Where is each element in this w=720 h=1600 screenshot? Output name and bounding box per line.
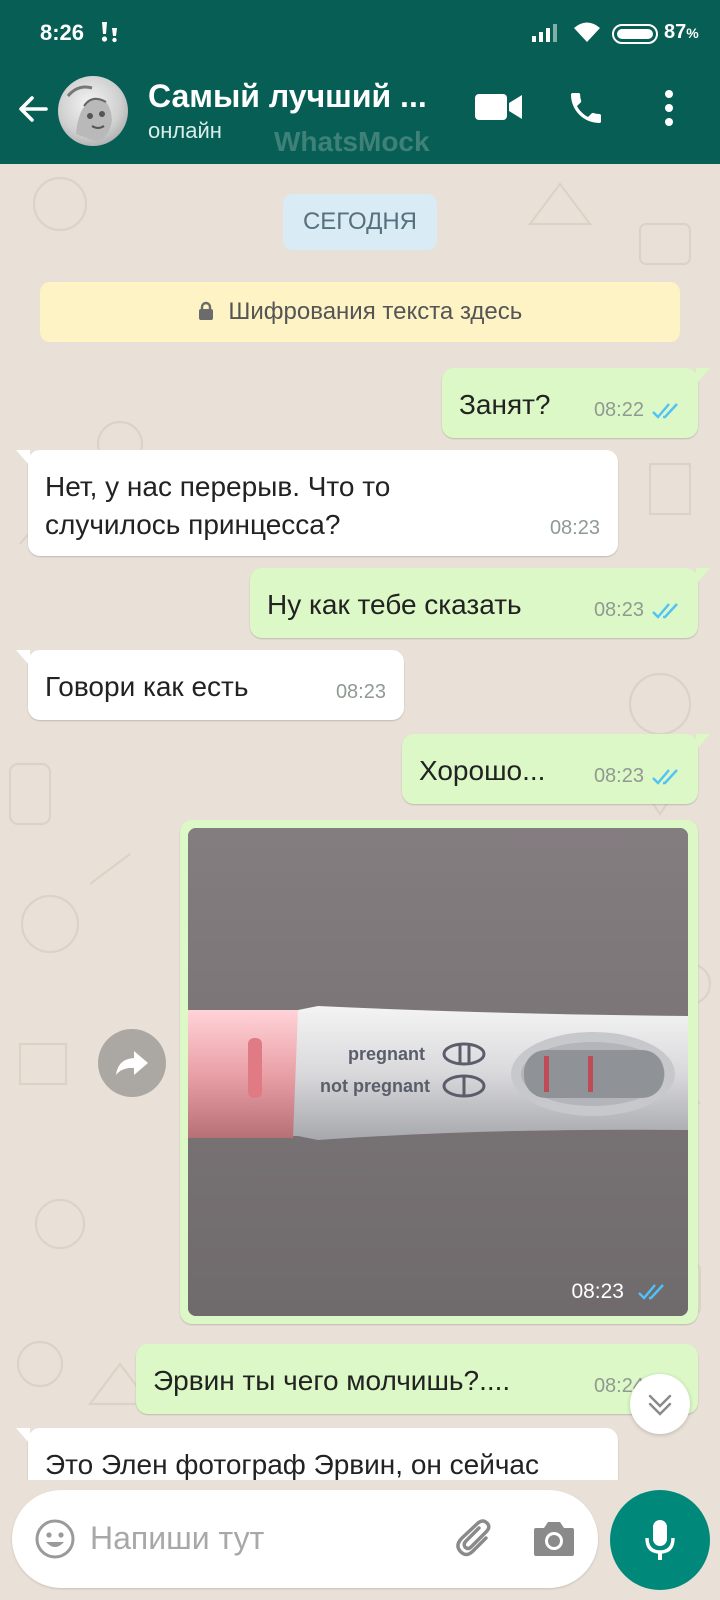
message-bubble-outgoing[interactable]: Ну как тебе сказать 08:23 (250, 568, 710, 638)
attachment-icon[interactable] (452, 1516, 500, 1564)
message-bubble-incoming[interactable]: Нет, у нас перерыв. Что то случилось при… (16, 450, 618, 556)
message-text: Говори как есть (45, 671, 249, 702)
double-chevron-down-icon (648, 1394, 672, 1416)
message-time: 08:23 (549, 517, 600, 539)
camera-icon[interactable] (532, 1518, 576, 1558)
mic-button[interactable] (610, 1490, 710, 1590)
message-text: Это Элен фотограф Эрвин, он сейчас (45, 1449, 540, 1480)
message-bubble-incoming[interactable]: Говори как есть 08:23 (16, 650, 404, 720)
double-check-read-icon (652, 768, 678, 785)
contact-avatar[interactable] (58, 76, 128, 146)
message-time: 08:23 (593, 765, 644, 787)
status-bar: 8:26 87% (0, 0, 720, 56)
message-time: 08:23 (571, 1280, 624, 1303)
status-time: 8:26 (40, 20, 85, 45)
message-composer[interactable]: Напиши тут (12, 1490, 598, 1588)
message-text: Нет, у нас перерыв. Что то случилось при… (45, 471, 391, 540)
notification-icon (101, 22, 117, 43)
double-check-read-icon (652, 602, 678, 619)
encryption-text: Шифрования текста здесь (228, 298, 523, 325)
contact-status: онлайн (148, 118, 222, 143)
back-arrow-icon[interactable] (16, 92, 50, 126)
message-bubble-outgoing[interactable]: Занят? 08:22 (442, 368, 710, 438)
forward-button[interactable] (98, 1029, 166, 1097)
double-check-read-icon (638, 1284, 664, 1300)
encryption-notice[interactable]: Шифрования текста здесь (40, 282, 680, 342)
message-text: Хорошо... (419, 755, 546, 786)
wifi-icon (574, 22, 600, 42)
message-text: Эрвин ты чего молчишь?.... (153, 1365, 511, 1396)
message-bubble-outgoing[interactable]: Эрвин ты чего молчишь?.... 08:24 (136, 1344, 698, 1414)
message-time: 08:23 (335, 681, 386, 703)
forward-icon (116, 1051, 148, 1075)
test-label-not-pregnant: not pregnant (320, 1076, 430, 1096)
signal-icon (532, 24, 557, 42)
scroll-to-bottom-button[interactable] (630, 1374, 690, 1434)
chat-header: Самый лучший ... онлайн WhatsMock (0, 56, 720, 164)
chat-area[interactable]: СЕГОДНЯ Шифрования текста здесь Занят? 0… (0, 164, 720, 1480)
message-bubble-incoming[interactable]: Это Элен фотограф Эрвин, он сейчас (16, 1428, 618, 1480)
watermark: WhatsMock (274, 126, 430, 157)
battery-unit: % (686, 25, 699, 41)
image-message-bubble[interactable]: pregnant not pregnant 08:23 (180, 820, 698, 1324)
pregnancy-test-photo[interactable]: pregnant not pregnant (188, 828, 688, 1316)
message-text: Занят? (459, 389, 551, 420)
battery-icon (612, 24, 658, 44)
message-bubble-outgoing[interactable]: Хорошо... 08:23 (402, 734, 710, 804)
message-time: 08:22 (593, 399, 644, 421)
microphone-icon (645, 1520, 675, 1560)
more-options-icon[interactable] (664, 88, 674, 128)
date-chip: СЕГОДНЯ (283, 194, 437, 250)
emoji-icon[interactable] (34, 1518, 76, 1560)
message-text: Ну как тебе сказать (267, 589, 522, 620)
test-label-pregnant: pregnant (348, 1044, 425, 1064)
lock-icon (198, 301, 213, 320)
double-check-read-icon (652, 402, 678, 419)
contact-name[interactable]: Самый лучший ... (148, 78, 427, 115)
battery-percent: 87 (664, 21, 687, 43)
video-call-icon[interactable] (475, 92, 523, 122)
message-time: 08:23 (593, 599, 644, 621)
message-input[interactable]: Напиши тут (90, 1520, 264, 1557)
voice-call-icon[interactable] (566, 88, 606, 128)
